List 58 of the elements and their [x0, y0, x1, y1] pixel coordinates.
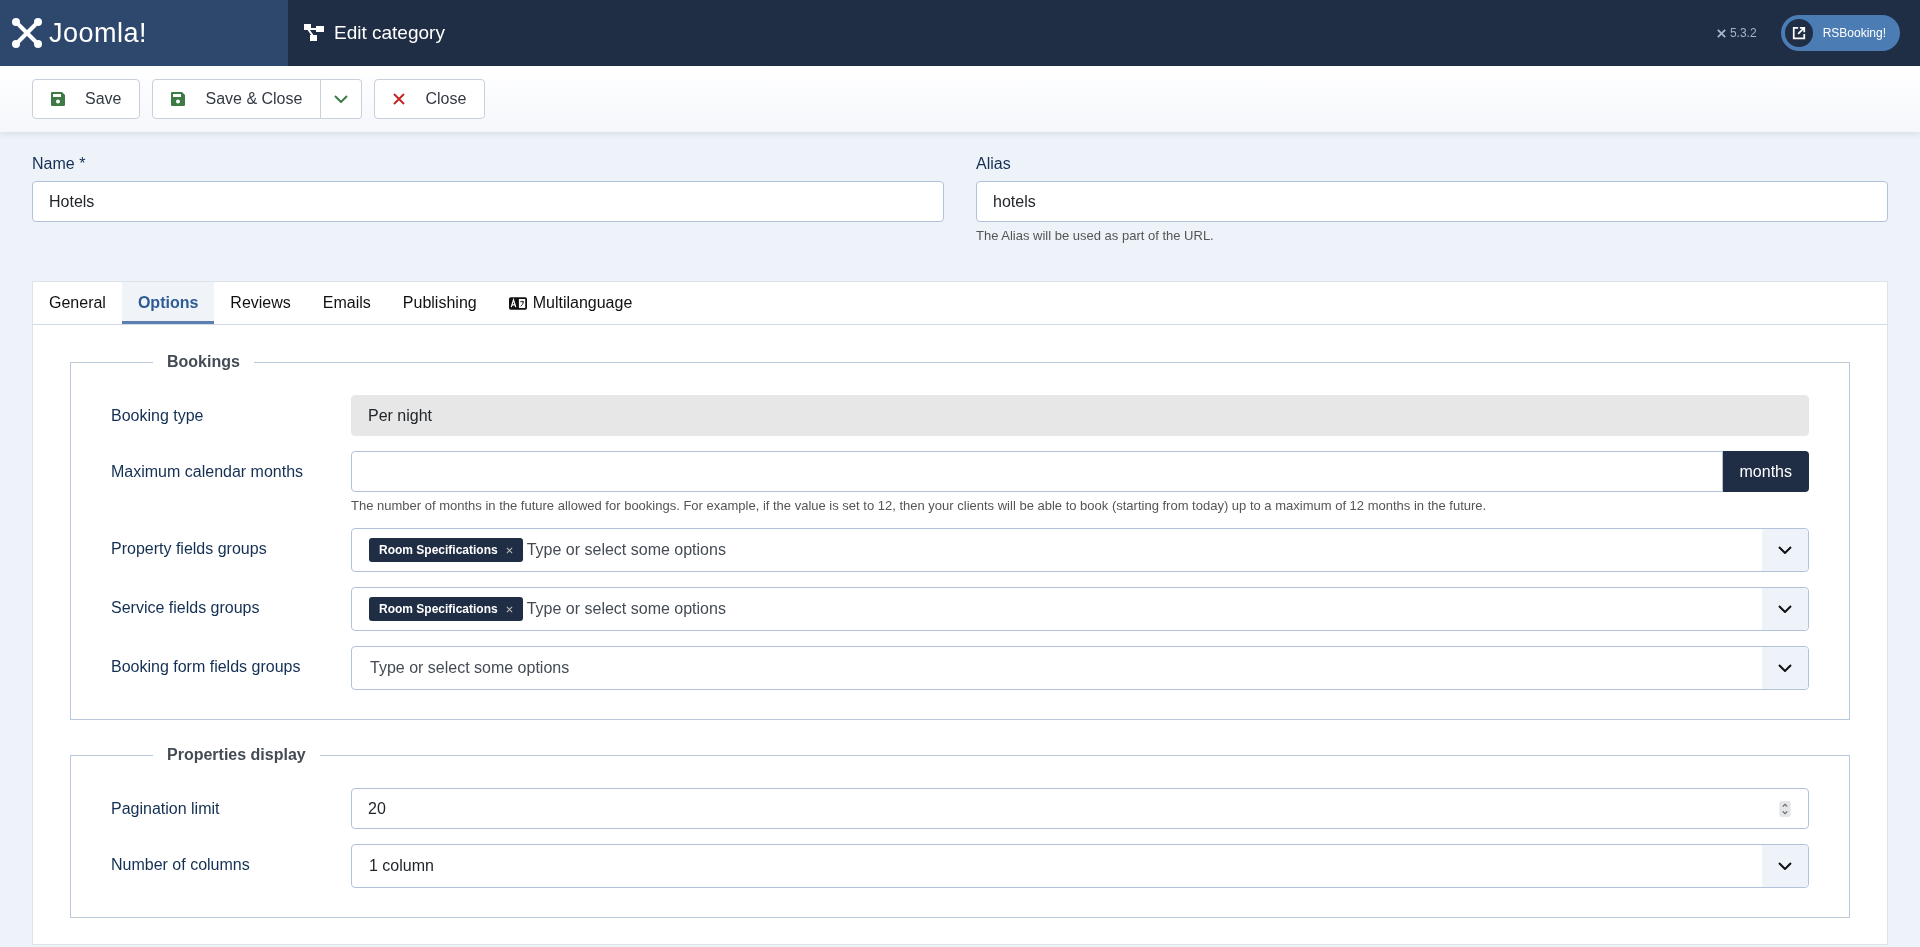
save-button[interactable]: Save & Close — [152, 79, 322, 119]
tab[interactable]: Emails — [306, 282, 387, 324]
field-label: Booking type — [111, 406, 205, 426]
close-icon[interactable] — [505, 605, 513, 613]
field-label: Number of columns — [111, 855, 251, 875]
unit-addon: months — [1722, 451, 1809, 492]
dropdown-toggle[interactable] — [1762, 588, 1808, 630]
number-input-field[interactable] — [351, 451, 1723, 492]
dropdown-toggle[interactable] — [1762, 647, 1808, 689]
tab[interactable]: Multilanguage — [492, 282, 649, 324]
chevron-down-icon — [1778, 664, 1792, 672]
close-button[interactable]: Close — [374, 79, 486, 119]
number-input-field[interactable]: 20 — [351, 788, 1809, 829]
tab[interactable]: Reviews — [214, 282, 307, 324]
field-label: Service fields groups — [111, 598, 261, 618]
save-button[interactable]: Save — [32, 79, 141, 119]
placeholder-text: Type or select some options — [526, 541, 726, 559]
multiselect-field[interactable]: Room Specifications Type or select some options — [351, 528, 1809, 572]
chevron-down-icon — [1778, 546, 1792, 554]
chevron-down-icon — [1778, 862, 1792, 870]
tab[interactable]: General — [33, 282, 122, 324]
select-field[interactable]: 1 column — [351, 844, 1809, 888]
field-value: 20 — [368, 799, 386, 818]
version-text: 5.3.2 — [1729, 26, 1757, 40]
tab[interactable]: Options — [121, 282, 215, 324]
site-link-button[interactable]: RSBooking! — [1780, 15, 1900, 51]
fieldset-legend: Properties display — [153, 746, 320, 764]
field-label: Booking form fields groups — [111, 657, 302, 677]
spinner-icon[interactable] — [1778, 800, 1792, 817]
chevron-down-icon — [334, 95, 349, 103]
field-hint: The number of months in the future allowed for bookings. For example, if the value is set to 12, then your clients will be able to book (starting from today) up to a maximum of 12 months in the future. — [351, 498, 1488, 513]
chevron-down-icon — [1778, 605, 1792, 613]
selected-tag: Room Specifications — [369, 538, 523, 562]
selected-tag: Room Specifications — [369, 597, 523, 621]
brand-name: Joomla! — [49, 17, 148, 49]
multiselect-field[interactable]: Type or select some options — [351, 646, 1809, 690]
name-input-field[interactable]: Hotels — [32, 181, 944, 222]
tab[interactable]: Publishing — [386, 282, 493, 324]
category-tree-icon — [304, 24, 324, 42]
placeholder-text: Type or select some options — [370, 659, 570, 677]
field-label: Pagination limit — [111, 799, 221, 819]
field-label: Maximum calendar months — [111, 462, 305, 482]
readonly-field[interactable]: Per night — [351, 395, 1809, 436]
dropdown-toggle[interactable] — [1762, 529, 1808, 571]
close-icon — [393, 93, 406, 105]
close-icon[interactable] — [505, 546, 513, 554]
multiselect-field[interactable]: Room Specifications Type or select some options — [351, 587, 1809, 631]
external-link-icon — [1791, 26, 1806, 40]
field-value: 1 column — [369, 857, 434, 875]
field-label: Property fields groups — [111, 539, 268, 559]
field-hint: The Alias will be used as part of the URL. — [976, 228, 1215, 243]
fieldset-legend: Bookings — [153, 353, 254, 371]
placeholder-text: Type or select some options — [526, 600, 726, 618]
alias-input-field[interactable]: hotels — [976, 181, 1888, 222]
dropdown-toggle-button[interactable] — [321, 79, 363, 119]
field-label: Alias — [976, 155, 1012, 173]
page-title: Edit category — [334, 22, 445, 44]
field-label: Name * — [32, 155, 87, 173]
